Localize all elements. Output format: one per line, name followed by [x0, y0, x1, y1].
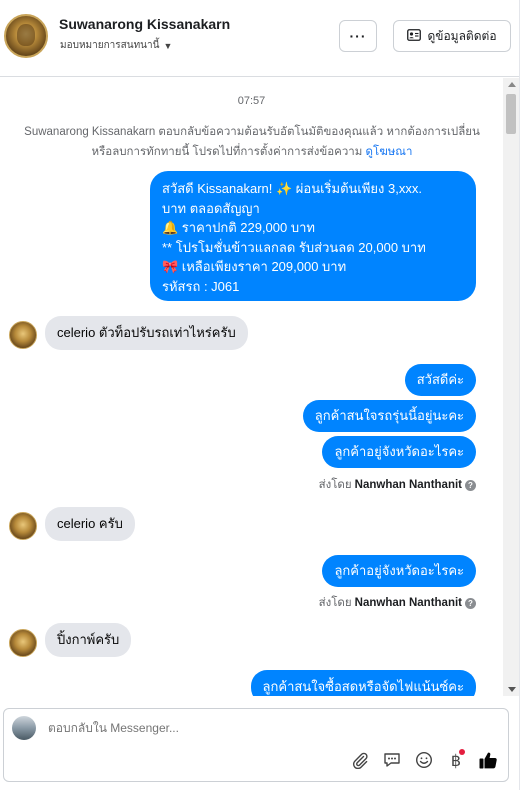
baht-payment-icon[interactable]: ฿: [446, 749, 466, 771]
promo-line: รหัสรถ : J061: [162, 278, 240, 294]
reply-input[interactable]: [48, 721, 348, 735]
contact-name[interactable]: Suwanarong Kissanakarn: [59, 16, 230, 32]
message-timestamp: 07:57: [237, 95, 266, 107]
incoming-message-bubble[interactable]: celerio ครับ: [45, 507, 135, 541]
outgoing-message-bubble[interactable]: ลูกค้าสนใจซื้อสดหรือจัดไฟแน้นซ์คะ: [250, 670, 476, 696]
auto-reply-notice: Suwanarong Kissanakarn ตอบกลับข้อความต้อ…: [18, 122, 486, 162]
scroll-up-arrow[interactable]: [508, 82, 516, 87]
message-thread[interactable]: 07:57 Suwanarong Kissanakarn ตอบกลับข้อค…: [0, 78, 503, 696]
sent-by-name: Nanwhan Nanthanit: [354, 479, 462, 491]
message-composer: ฿: [3, 708, 509, 782]
sent-by-prefix: ส่งโดย: [318, 479, 352, 491]
page-avatar: [12, 716, 36, 740]
assign-label: มอบหมายการสนทนานี้: [60, 40, 160, 51]
outgoing-message-bubble[interactable]: ลูกค้าสนใจรถรุ่นนี้อยู่นะคะ: [302, 400, 476, 432]
incoming-message-bubble[interactable]: ปิ้งกาพ์ครับ: [45, 623, 132, 657]
scroll-thumb[interactable]: [506, 94, 516, 134]
composer-toolbar: ฿: [350, 749, 498, 771]
outgoing-message-bubble[interactable]: ลูกค้าอยู่จังหวัดอะไรคะ: [322, 436, 476, 468]
sent-by-label: ส่งโดย Nanwhan Nanthanit ?: [319, 594, 476, 612]
contact-card-icon: [407, 28, 422, 44]
sent-by-name: Nanwhan Nanthanit: [354, 597, 462, 609]
view-contact-info-button[interactable]: ดูข้อมูลติดต่อ: [393, 20, 511, 52]
chevron-down-icon: ▼: [163, 40, 173, 51]
thumbs-up-icon[interactable]: [478, 749, 498, 771]
view-ad-link[interactable]: ดูโฆษณา: [366, 146, 413, 158]
sent-by-prefix: ส่งโดย: [318, 597, 352, 609]
panel-edge: [519, 0, 523, 790]
sent-by-label: ส่งโดย Nanwhan Nanthanit ?: [319, 476, 476, 494]
saved-reply-icon[interactable]: [382, 749, 402, 771]
promo-line: 🎀 เหลือเพียงราคา 209,000 บาท: [162, 259, 347, 274]
scroll-down-arrow[interactable]: [508, 687, 516, 692]
sender-avatar[interactable]: [9, 629, 37, 657]
incoming-message-bubble[interactable]: celerio ตัวท็อปรับรถเท่าไหร่ครับ: [45, 316, 248, 350]
scrollbar[interactable]: [503, 78, 519, 696]
conversation-header: Suwanarong Kissanakarn มอบหมายการสนทนานี…: [0, 0, 523, 77]
help-icon[interactable]: ?: [465, 479, 476, 491]
view-contact-info-label: ดูข้อมูลติดต่อ: [427, 28, 497, 43]
contact-avatar[interactable]: [4, 14, 48, 58]
promo-message-bubble[interactable]: สวัสดี Kissanakarn! ✨ ผ่อนเริ่มต้นเพียง …: [150, 171, 476, 301]
assign-conversation-dropdown[interactable]: มอบหมายการสนทนานี้ ▼: [60, 38, 172, 53]
notification-dot: [459, 749, 465, 755]
emoji-icon[interactable]: [414, 749, 434, 771]
promo-line: สวัสดี Kissanakarn! ✨ ผ่อนเริ่มต้นเพียง …: [162, 181, 422, 196]
sender-avatar[interactable]: [9, 512, 37, 540]
more-options-button[interactable]: ···: [339, 20, 377, 52]
promo-line: ** โปรโมชั่นข้าวแลกลด รับส่วนลด 20,000 บ…: [162, 239, 426, 255]
outgoing-message-bubble[interactable]: สวัสดีค่ะ: [404, 364, 476, 396]
outgoing-message-bubble[interactable]: ลูกค้าอยู่จังหวัดอะไรคะ: [322, 555, 476, 587]
help-icon[interactable]: ?: [465, 597, 476, 609]
paperclip-icon[interactable]: [350, 749, 370, 771]
promo-line: 🔔 ราคาปกติ 229,000 บาท: [162, 220, 315, 235]
promo-line: บาท ตลอดสัญญา: [162, 200, 260, 216]
sender-avatar[interactable]: [9, 321, 37, 349]
